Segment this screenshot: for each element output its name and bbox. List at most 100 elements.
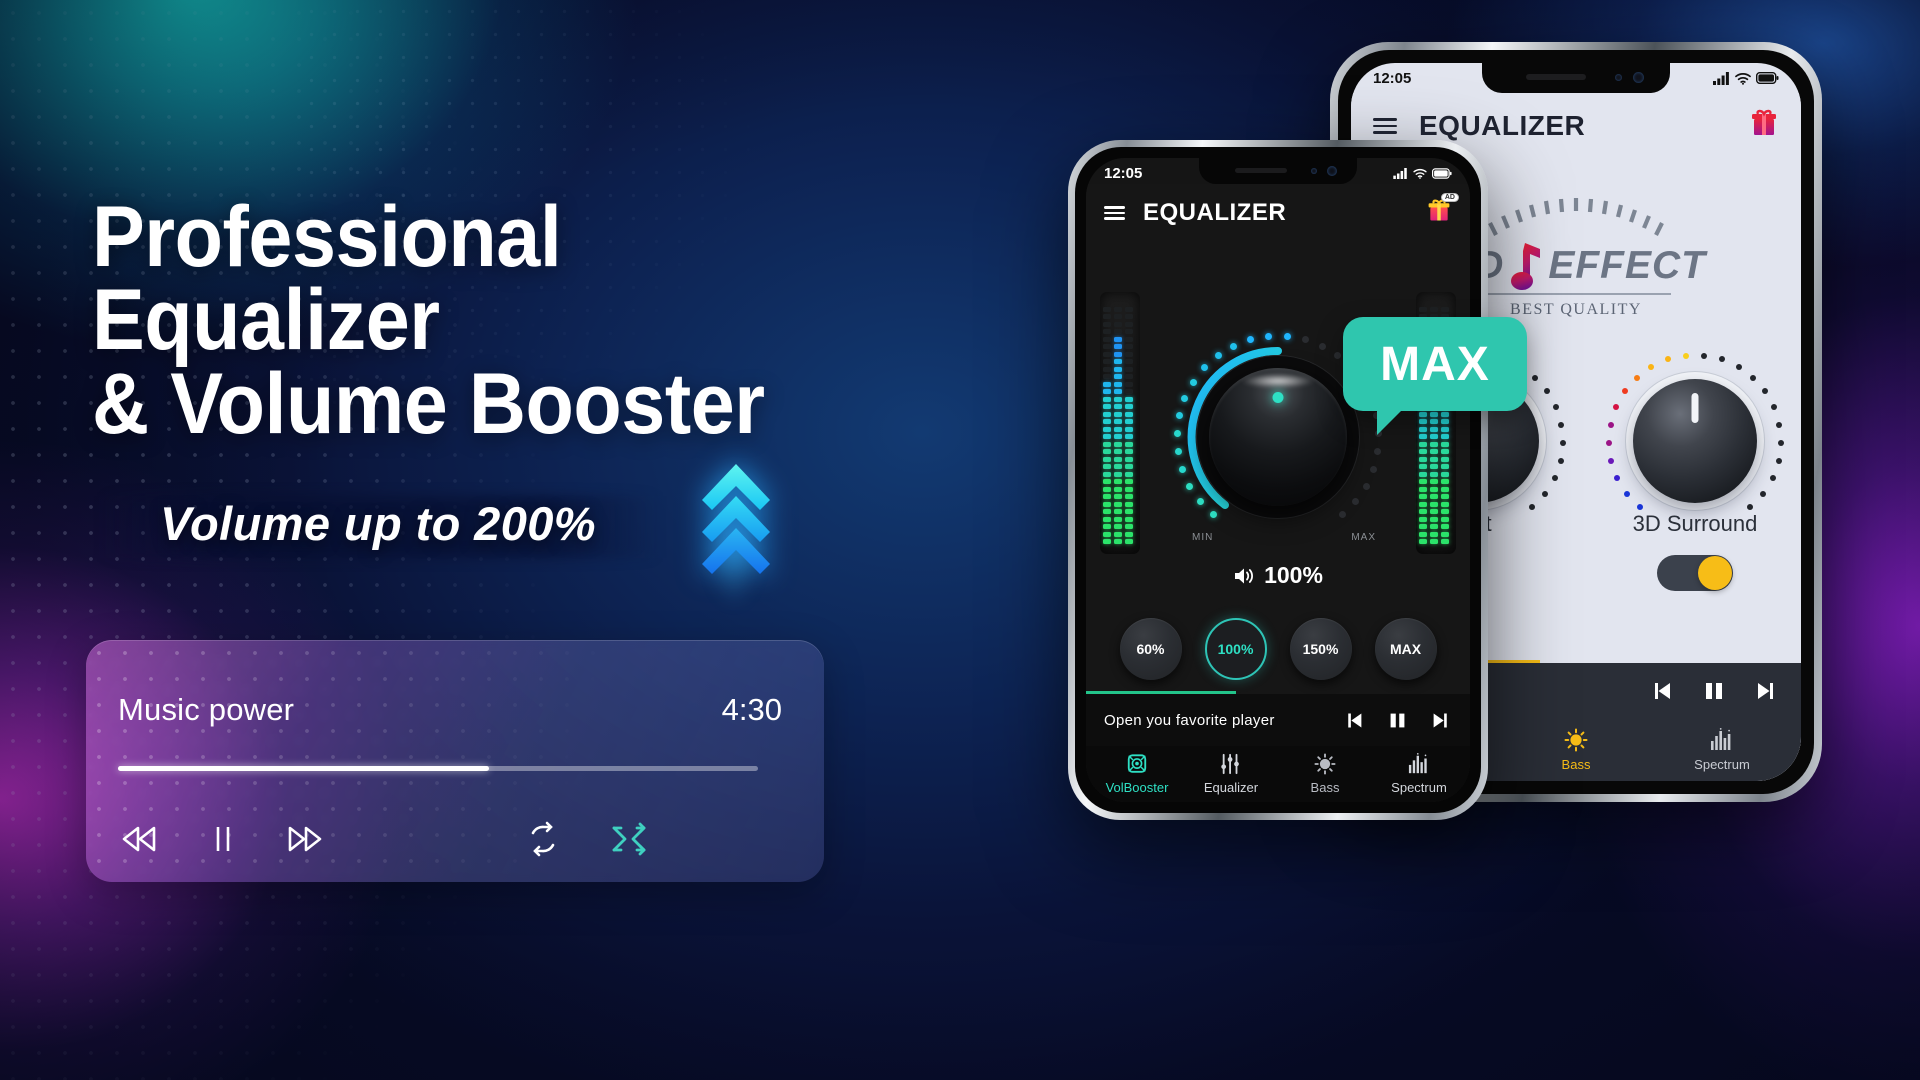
vu-segment <box>1125 306 1133 312</box>
fast-forward-button[interactable] <box>278 812 332 866</box>
vu-segment <box>1114 531 1122 537</box>
vu-segment <box>1419 456 1427 462</box>
tab-volbooster[interactable]: VolBooster <box>1090 746 1184 802</box>
gift-icon[interactable] <box>1749 109 1779 144</box>
vu-segment <box>1125 359 1133 364</box>
cellular-signal-icon <box>1713 71 1729 85</box>
surround-toggle[interactable] <box>1657 555 1733 591</box>
vu-segment <box>1114 426 1122 432</box>
vu-segment <box>1125 344 1133 349</box>
vu-segment <box>1125 494 1133 499</box>
mini-player-bar: Open you favorite player <box>1086 694 1470 746</box>
vu-segment <box>1419 464 1427 469</box>
knob-dot <box>1771 404 1778 411</box>
vu-segment <box>1103 486 1111 492</box>
skip-previous-icon[interactable] <box>1649 679 1673 703</box>
vu-segment <box>1114 404 1122 409</box>
hamburger-menu-icon[interactable] <box>1373 118 1397 134</box>
tab-label: Spectrum <box>1694 757 1750 772</box>
pause-icon[interactable] <box>1703 679 1725 703</box>
vu-segment <box>1114 359 1122 364</box>
preset-label: 60% <box>1136 641 1165 657</box>
vu-segment <box>1125 531 1133 537</box>
wifi-icon <box>1413 168 1427 179</box>
vu-segment <box>1441 449 1449 454</box>
hero-headline: Professional Equalizer & Volume Booster <box>92 194 846 452</box>
preset-60[interactable]: 60% <box>1119 618 1182 680</box>
battery-full-icon <box>1432 167 1452 179</box>
cellular-signal-icon <box>1393 167 1407 179</box>
repeat-button[interactable] <box>516 812 570 866</box>
vu-segment <box>1125 509 1133 514</box>
knob-dot <box>1762 388 1769 395</box>
min-label: MIN <box>1192 532 1214 543</box>
vu-segment <box>1103 411 1111 417</box>
shuffle-button[interactable] <box>602 812 656 866</box>
tab-equalizer[interactable]: Equalizer <box>1184 746 1278 802</box>
vu-segment <box>1441 494 1449 499</box>
rewind-button[interactable] <box>112 812 166 866</box>
vu-segment <box>1114 441 1122 447</box>
vu-segment <box>1114 494 1122 499</box>
knob-dot <box>1374 448 1382 456</box>
mini-player-text: Open you favorite player <box>1104 711 1275 729</box>
gift-icon[interactable]: AD <box>1426 192 1459 229</box>
hero-subtitle: Volume up to 200% <box>160 497 596 550</box>
app-title: EQUALIZER <box>1419 110 1586 141</box>
phone-notch <box>1482 63 1670 93</box>
tab-bass[interactable]: Bass <box>1503 719 1649 781</box>
front-camera <box>1327 166 1337 176</box>
vu-segment <box>1125 396 1133 402</box>
vu-segment <box>1430 449 1438 454</box>
spectrum-bars-icon <box>1408 753 1427 774</box>
phone-screen: 12:05 <box>1086 158 1470 802</box>
status-time: 12:05 <box>1373 69 1412 87</box>
knob-body[interactable] <box>1209 368 1347 506</box>
vu-segment <box>1441 434 1449 439</box>
skip-previous-icon[interactable] <box>1343 710 1364 731</box>
vu-segment <box>1114 321 1122 327</box>
vu-meter-left <box>1103 296 1137 546</box>
skip-next-icon[interactable] <box>1431 710 1452 731</box>
knob-dot <box>1614 475 1621 482</box>
vu-segment <box>1430 524 1438 529</box>
preset-100[interactable]: 100% <box>1204 618 1267 680</box>
preset-150[interactable]: 150% <box>1289 618 1352 680</box>
vu-segment <box>1430 456 1438 462</box>
knob-dot <box>1682 352 1689 359</box>
knob-dot <box>1665 356 1672 363</box>
knob-dot <box>1776 421 1783 428</box>
hamburger-menu-icon[interactable] <box>1104 206 1125 220</box>
phone-frame: 12:05 <box>1068 140 1488 820</box>
vu-segment <box>1114 449 1122 454</box>
knob-dot <box>1370 466 1378 474</box>
vu-segment <box>1103 396 1111 402</box>
tab-spectrum[interactable]: Spectrum <box>1372 746 1466 802</box>
headline-line-2: & Volume Booster <box>92 355 765 452</box>
vu-segment <box>1114 516 1122 522</box>
vu-segment <box>1430 509 1438 514</box>
pause-button[interactable] <box>196 812 250 866</box>
vu-segment <box>1125 449 1133 454</box>
vu-segment <box>1441 539 1449 544</box>
vu-segment <box>1114 501 1122 507</box>
knob-dot <box>1173 430 1181 438</box>
knob-dot <box>1747 503 1754 510</box>
pause-icon[interactable] <box>1388 710 1407 731</box>
preset-max[interactable]: MAX <box>1374 618 1437 680</box>
tab-label: Bass <box>1310 780 1340 795</box>
bass-sun-icon <box>1314 753 1336 775</box>
vu-segment <box>1125 329 1133 334</box>
vu-segment <box>1125 366 1133 372</box>
tab-spectrum[interactable]: Spectrum <box>1649 719 1795 781</box>
knob-dot <box>1557 458 1564 465</box>
skip-next-icon[interactable] <box>1755 679 1779 703</box>
knob-body[interactable] <box>1633 379 1757 503</box>
vu-segment <box>1419 516 1427 522</box>
tab-bass[interactable]: Bass <box>1278 746 1372 802</box>
vu-segment <box>1103 471 1111 477</box>
progress-track[interactable] <box>118 766 758 771</box>
vu-segment <box>1441 531 1449 537</box>
hero-subtitle-wrap: Volume up to 200% <box>100 490 720 570</box>
knob-dot <box>1701 352 1708 359</box>
